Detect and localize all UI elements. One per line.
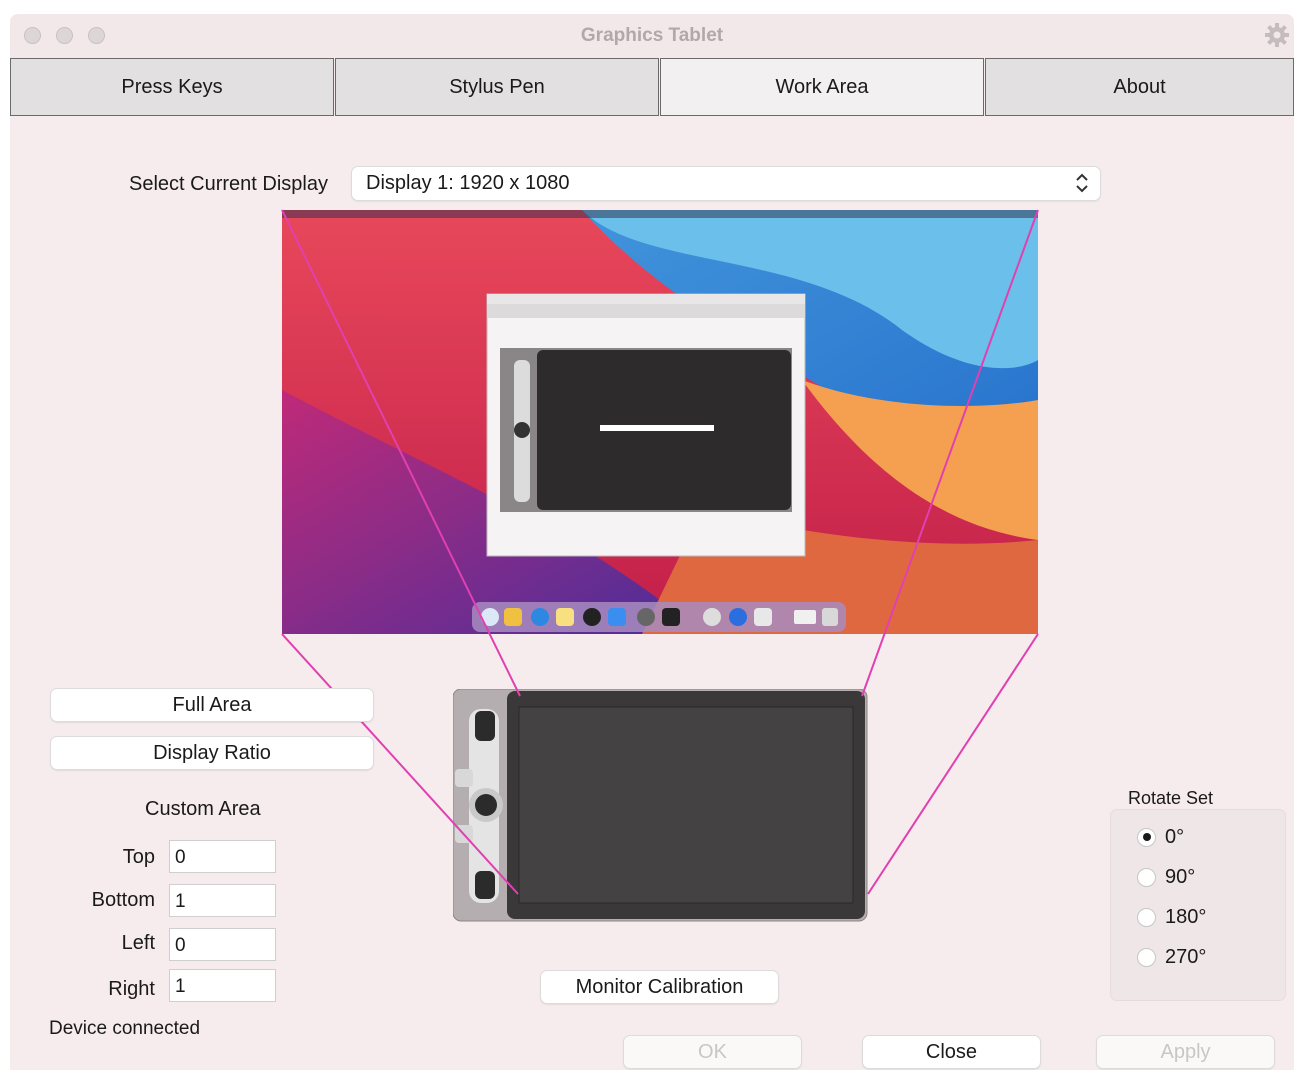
tab-bar: Press Keys Stylus Pen Work Area About [10,58,1294,118]
rotate-option-label: 90° [1165,865,1196,888]
full-area-button[interactable]: Full Area [51,689,373,721]
left-input[interactable]: 0 [169,928,276,961]
up-down-chevron-icon [1074,170,1090,202]
rotate-option-0[interactable]: 0° [1137,824,1184,850]
tab-stylus-pen[interactable]: Stylus Pen [335,58,659,116]
rotate-option-label: 0° [1165,825,1185,848]
gear-icon[interactable] [1264,22,1290,53]
monitor-calibration-button[interactable]: Monitor Calibration [541,971,778,1003]
rotate-option-90[interactable]: 90° [1137,864,1195,890]
select-display-label: Select Current Display [129,173,328,195]
top-input[interactable]: 0 [169,840,276,873]
apply-button[interactable]: Apply [1097,1036,1274,1068]
tab-press-keys[interactable]: Press Keys [10,58,334,116]
display-select-value: Display 1: 1920 x 1080 [366,172,570,194]
custom-area-heading: Custom Area [145,798,261,820]
right-label: Right [108,978,155,1000]
bottom-input[interactable]: 1 [169,884,276,917]
rotate-option-270[interactable]: 270° [1137,944,1206,970]
device-status: Device connected [49,1018,201,1039]
rotate-option-label: 180° [1165,905,1207,928]
radio-button[interactable] [1137,907,1156,927]
right-input[interactable]: 1 [169,969,276,1002]
rotate-option-label: 270° [1165,945,1207,968]
graphics-tablet-window: Graphics Tablet Press Keys Stylus Pen Wo… [10,14,1294,1070]
close-button[interactable]: Close [863,1036,1040,1068]
rotate-option-180[interactable]: 180° [1137,904,1206,930]
radio-selected-dot [1142,833,1151,841]
radio-button[interactable] [1137,947,1156,967]
bottom-label: Bottom [91,889,155,911]
display-select[interactable]: Display 1: 1920 x 1080 [352,167,1100,200]
top-label: Top [122,846,155,868]
tab-about[interactable]: About [985,58,1294,116]
window-title: Graphics Tablet [580,25,724,46]
display-preview [282,210,1038,634]
display-ratio-button[interactable]: Display Ratio [51,737,373,769]
radio-button[interactable] [1137,867,1156,887]
title-bar: Graphics Tablet [10,14,1294,58]
left-label: Left [121,932,155,954]
rotate-set-heading: Rotate Set [1128,788,1214,808]
ok-button[interactable]: OK [624,1036,801,1068]
radio-button[interactable] [1137,827,1156,847]
tablet-image [452,688,869,928]
tab-work-area[interactable]: Work Area [660,58,984,116]
rotate-set-group: 0° 90° 180° 270° [1110,809,1286,1001]
